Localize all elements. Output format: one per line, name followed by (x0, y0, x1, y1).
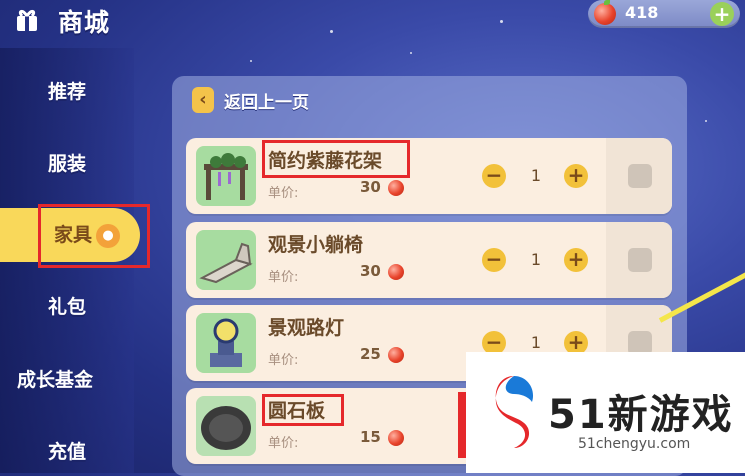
currency-display: 418 + (588, 0, 740, 28)
price-label: 单价: (268, 270, 299, 285)
list-item: 简约紫藤花架 单价: 30 − 1 + (186, 138, 672, 214)
currency-amount: 418 (625, 3, 659, 22)
star-decoration (330, 30, 333, 33)
watermark: 51新游戏 51chengyu.com (466, 352, 745, 473)
header: 商城 (0, 0, 160, 40)
item-price: 15 (360, 428, 381, 446)
select-column (606, 138, 672, 214)
wisteria-trellis-thumbnail (196, 146, 256, 206)
apple-coin-icon (594, 0, 616, 25)
watermark-title: 51新游戏 (548, 392, 734, 438)
sidebar-item-clothing[interactable]: 服装 (0, 142, 134, 182)
star-decoration (500, 20, 503, 23)
decrease-quantity-button[interactable]: − (482, 164, 506, 188)
chevron-left-icon: ‹ (192, 87, 214, 113)
apple-coin-icon (388, 264, 404, 280)
item-name: 景观路灯 (268, 317, 345, 339)
increase-quantity-button[interactable]: + (564, 248, 588, 272)
site-logo-icon (495, 376, 534, 448)
street-lamp-thumbnail (196, 313, 256, 373)
price-label: 单价: (268, 436, 299, 451)
apple-coin-icon (388, 347, 404, 363)
quantity-value: 1 (530, 166, 542, 185)
star-decoration (705, 120, 707, 122)
item-price: 30 (360, 178, 381, 196)
decrease-quantity-button[interactable]: − (482, 248, 506, 272)
apple-coin-icon (388, 180, 404, 196)
highlight-box (38, 204, 150, 268)
price-label: 单价: (268, 353, 299, 368)
select-checkbox[interactable] (628, 248, 652, 272)
apple-coin-icon (388, 430, 404, 446)
quantity-value: 1 (530, 333, 542, 352)
gift-icon (17, 9, 37, 31)
list-item: 观景小躺椅 单价: 30 − 1 + (186, 222, 672, 298)
quantity-value: 1 (530, 250, 542, 269)
item-price: 25 (360, 345, 381, 363)
select-checkbox[interactable] (628, 164, 652, 188)
star-decoration (410, 52, 412, 54)
price-label: 单价: (268, 186, 299, 201)
sidebar-item-growth-fund[interactable]: 成长基金 (0, 358, 110, 398)
sidebar-item-recharge[interactable]: 充值 (0, 430, 134, 470)
item-name: 观景小躺椅 (268, 234, 364, 256)
highlight-box (262, 394, 344, 426)
back-label: 返回上一页 (224, 92, 309, 113)
sidebar-item-gift-pack[interactable]: 礼包 (0, 285, 134, 325)
page-title: 商城 (58, 8, 111, 37)
stone-slab-thumbnail (196, 396, 256, 456)
lounge-chair-thumbnail (196, 230, 256, 290)
select-column (606, 222, 672, 298)
star-decoration (250, 60, 252, 62)
highlight-box (262, 140, 410, 178)
sidebar-item-recommend[interactable]: 推荐 (0, 70, 134, 110)
item-price: 30 (360, 262, 381, 280)
back-button[interactable]: ‹ 返回上一页 (192, 86, 309, 114)
increase-quantity-button[interactable]: + (564, 164, 588, 188)
add-currency-button[interactable]: + (710, 2, 734, 26)
watermark-url: 51chengyu.com (578, 436, 691, 452)
